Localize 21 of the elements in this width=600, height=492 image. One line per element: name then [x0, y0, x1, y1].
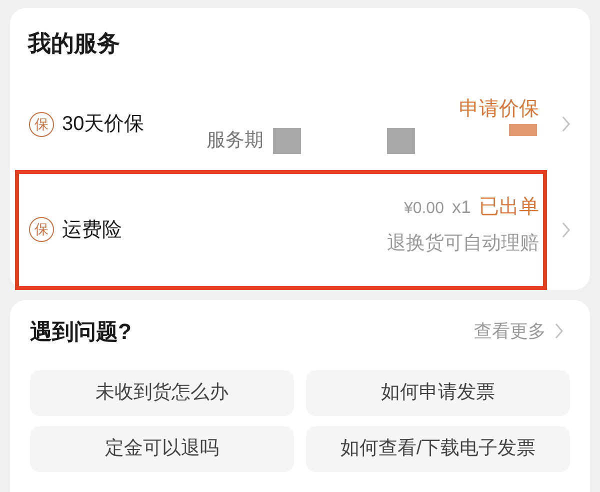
quantity-text: x1: [452, 196, 471, 219]
chevron-right-icon: [561, 220, 571, 239]
badge-icon: 保: [29, 112, 54, 137]
section-title: 遇到问题?: [30, 318, 132, 346]
claim-note: 退换货可自动理赔: [387, 232, 539, 256]
redaction-block: [387, 128, 416, 154]
service-period: 服务期: [206, 129, 264, 154]
status-text: 已出单: [479, 194, 539, 220]
service-label[interactable]: 运费险: [62, 214, 122, 245]
redaction-block: [273, 128, 302, 154]
redaction-block: [509, 124, 537, 136]
badge-icon: 保: [29, 217, 54, 242]
service-label[interactable]: 30天价保: [62, 109, 144, 140]
chevron-right-icon: [561, 115, 571, 134]
section-title: 我的服务: [28, 29, 120, 58]
question-button[interactable]: 定金可以退吗: [30, 426, 294, 472]
chevron-right-icon: [554, 322, 564, 340]
question-button[interactable]: 未收到货怎么办: [30, 370, 294, 416]
price-text: ¥0.00: [404, 198, 444, 219]
question-button[interactable]: 如何查看/下载电子发票: [306, 426, 570, 472]
question-button[interactable]: 如何申请发票: [306, 370, 570, 416]
